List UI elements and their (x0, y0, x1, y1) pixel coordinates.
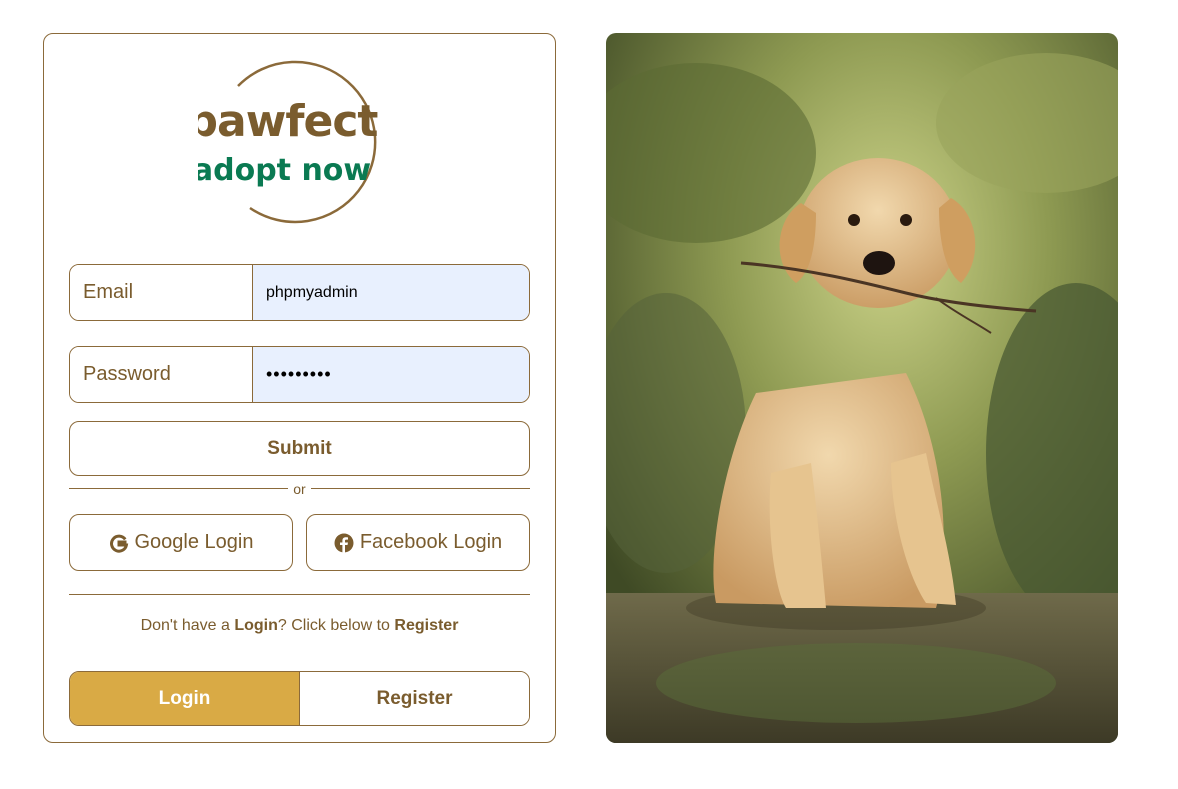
puppy-photo (606, 33, 1118, 743)
divider-line-right (311, 488, 530, 489)
hint-prefix: Don't have a (140, 617, 235, 634)
facebook-login-button[interactable]: Facebook Login (306, 514, 530, 571)
hint-register-word: Register (394, 617, 459, 634)
auth-tabs: Login Register (69, 671, 530, 726)
hint-login-word: Login (234, 617, 278, 634)
pawfect-logo: pawfect adopt now (198, 58, 398, 224)
or-divider: or (69, 480, 530, 498)
google-login-label: Google Login (134, 531, 254, 553)
submit-button[interactable]: Submit (69, 421, 530, 476)
password-field-group: Password (69, 346, 530, 403)
tab-login[interactable]: Login (70, 672, 300, 725)
email-label: Email (70, 265, 253, 320)
email-input[interactable] (253, 265, 529, 320)
tab-register[interactable]: Register (300, 672, 529, 725)
or-text: or (293, 481, 306, 497)
hint-middle: ? Click below to (277, 617, 395, 634)
logo-brand-text: pawfect (198, 96, 378, 147)
logo-tagline-text: adopt now (198, 153, 371, 188)
facebook-login-label: Facebook Login (359, 531, 503, 553)
email-field-group: Email (69, 264, 530, 321)
password-label: Password (70, 347, 253, 402)
section-divider (69, 594, 530, 595)
register-hint: Don't have a Login? Click below to Regis… (69, 617, 530, 635)
google-g-icon (109, 533, 129, 553)
facebook-icon (334, 533, 354, 553)
login-card: pawfect adopt now Email Password Submit … (43, 33, 556, 743)
google-login-button[interactable]: Google Login (69, 514, 293, 571)
password-input[interactable] (253, 347, 529, 402)
